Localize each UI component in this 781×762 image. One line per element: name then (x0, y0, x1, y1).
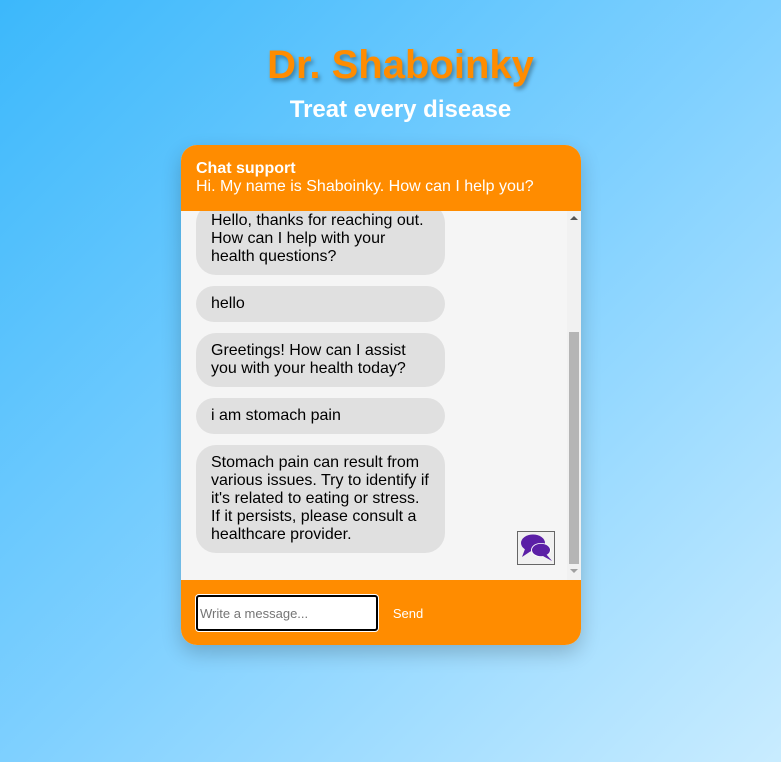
message-bubble: Greetings! How can I assist you with you… (196, 333, 445, 387)
chat-bubbles-icon (521, 534, 552, 561)
message-bubble: Hello, thanks for reaching out. How can … (196, 211, 445, 275)
chat-header-description: Hi. My name is Shaboinky. How can I help… (196, 178, 534, 195)
messages-scrollbar[interactable] (567, 211, 581, 580)
message-list: Hello, thanks for reaching out. How can … (196, 211, 445, 564)
page-subtitle: Treat every disease (289, 96, 512, 123)
chat-footer: Send (181, 580, 581, 645)
scroll-down-arrow-icon[interactable] (570, 569, 578, 573)
chat-header-title: Chat support (196, 160, 296, 177)
message-input[interactable] (196, 595, 378, 631)
scrollbar-thumb[interactable] (569, 332, 579, 564)
send-button[interactable]: Send (386, 595, 430, 631)
message-bubble: i am stomach pain (196, 398, 445, 434)
chat-toggle-button[interactable] (517, 531, 555, 565)
chatbox: Chat support Hi. My name is Shaboinky. H… (181, 145, 581, 645)
page-title: Dr. Shaboinky (267, 43, 534, 87)
chat-header: Chat support Hi. My name is Shaboinky. H… (181, 145, 581, 211)
scroll-up-arrow-icon[interactable] (570, 216, 578, 220)
message-bubble: hello (196, 286, 445, 322)
message-bubble: Stomach pain can result from various iss… (196, 445, 445, 553)
chat-messages[interactable]: Hello, thanks for reaching out. How can … (181, 211, 567, 580)
